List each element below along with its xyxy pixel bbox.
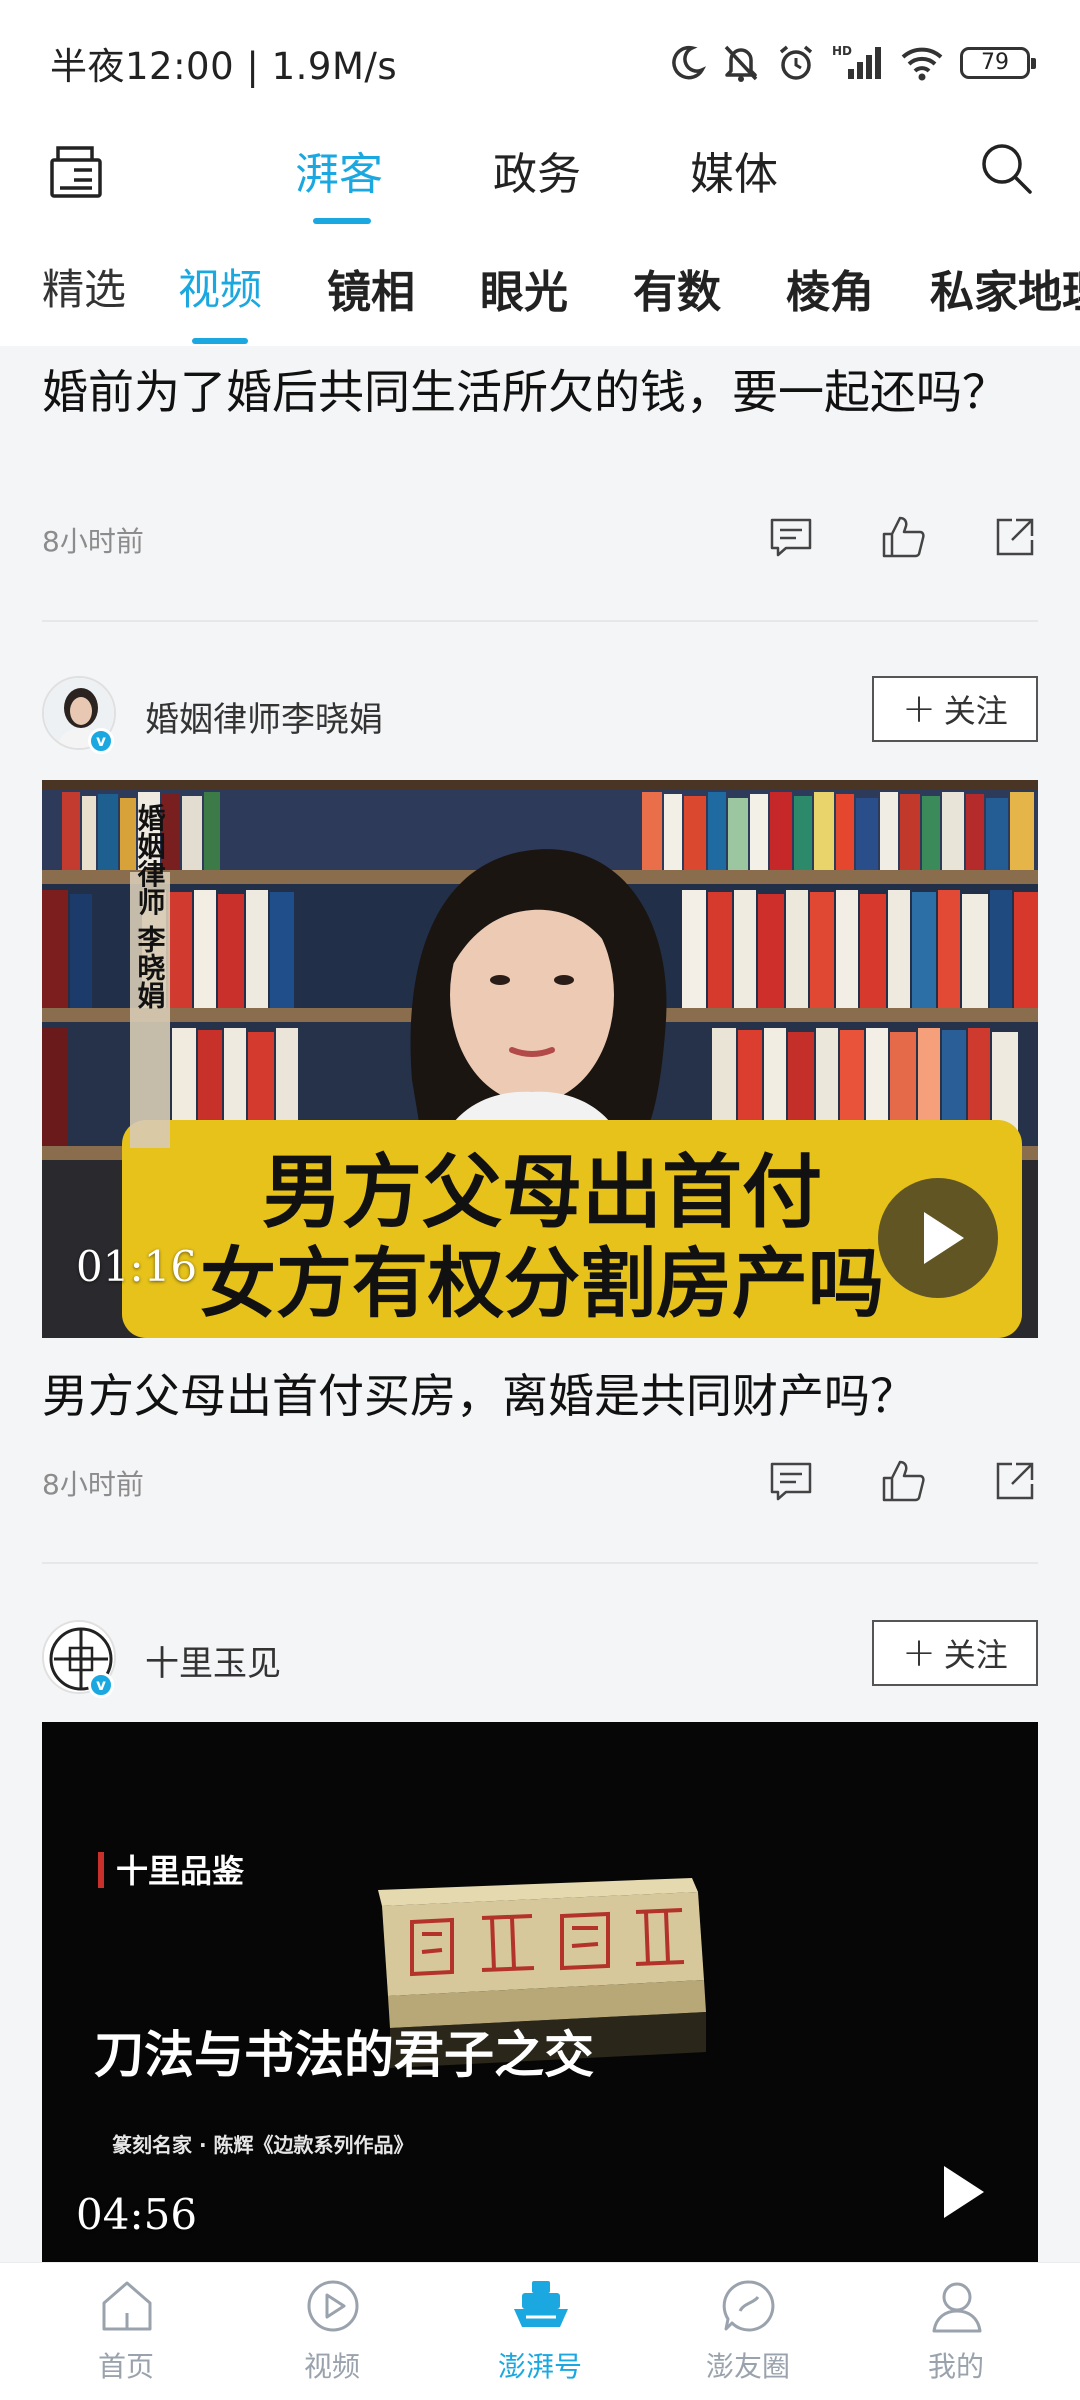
article-time: 8小时前 xyxy=(42,1468,144,1501)
sub-tabs: 精选 视频 镜相 眼光 有数 棱角 私家地理 xyxy=(0,250,1080,346)
subtab-jingxiang[interactable]: 镜相 xyxy=(327,256,415,320)
article-time: 8小时前 xyxy=(42,525,144,558)
article-title[interactable]: 婚前为了婚后共同生活所欠的钱，要一起还吗？ xyxy=(42,362,1042,422)
comment-icon[interactable] xyxy=(768,514,814,560)
follow-label: 关注 xyxy=(943,1636,1008,1674)
bell-off-icon xyxy=(724,45,758,82)
bottom-nav-pengpaihao[interactable]: 澎湃号 xyxy=(432,2263,648,2400)
video-thumbnail[interactable]: 十里品鉴 刀法与书法的君子之交 篆刻名家 · 陈辉《边款系列作品》 04:56 xyxy=(42,1722,1038,2262)
bottom-nav-label: 澎湃号 xyxy=(497,2350,582,2383)
app-screen: 半夜12:00 | 1.9M/s HD 79 湃客 政务 媒体 精选 视频 镜相… xyxy=(0,0,1080,2400)
follow-button[interactable]: + 关注 xyxy=(872,1620,1038,1686)
bottom-nav-video[interactable]: 视频 xyxy=(224,2263,440,2400)
bottom-nav: 首页 视频 澎湃号 澎友圈 我的 xyxy=(0,2262,1080,2400)
divider xyxy=(42,1562,1038,1564)
tab-meiti[interactable]: 媒体 xyxy=(690,138,778,202)
subtab-shipin[interactable]: 视频 xyxy=(178,256,262,317)
follow-label: 关注 xyxy=(943,692,1008,730)
battery-indicator: 79 xyxy=(960,47,1036,79)
news-menu-icon[interactable] xyxy=(48,140,104,202)
video-subline: 篆刻名家 · 陈辉《边款系列作品》 xyxy=(112,2133,414,2157)
video-side-label: 婚姻律师 李晓娟 xyxy=(134,803,167,1009)
top-nav: 湃客 政务 媒体 xyxy=(0,120,1080,250)
author-name[interactable]: 十里玉见 xyxy=(145,1636,281,1685)
status-icons: HD 79 xyxy=(668,38,1036,88)
tab-zhengwu[interactable]: 政务 xyxy=(493,138,581,202)
status-time: 半夜12:00 | 1.9M/s xyxy=(50,45,398,88)
bottom-nav-home[interactable]: 首页 xyxy=(18,2263,234,2400)
active-subtab-indicator xyxy=(192,338,248,344)
subtab-sijiadili[interactable]: 私家地理 xyxy=(930,256,1080,320)
author-name[interactable]: 婚姻律师李晓娟 xyxy=(145,692,383,741)
header: 半夜12:00 | 1.9M/s HD 79 湃客 政务 媒体 精选 视频 镜相… xyxy=(0,0,1080,346)
home-icon xyxy=(102,2281,152,2331)
author-row: v 婚姻律师李晓娟 + 关注 xyxy=(0,676,1080,756)
video-caption-2: 女方有权分割房产吗 xyxy=(200,1239,884,1328)
bottom-nav-label: 视频 xyxy=(303,2350,360,2383)
video-duration: 01:16 xyxy=(76,1242,198,1291)
play-icon xyxy=(944,2166,984,2218)
subtab-jingxuan[interactable]: 精选 xyxy=(42,256,126,317)
author-row: v 十里玉见 + 关注 xyxy=(0,1620,1080,1700)
svg-text:HD: HD xyxy=(832,44,852,58)
verified-badge-icon: v xyxy=(88,1672,114,1698)
verified-badge-icon: v xyxy=(88,728,114,754)
video-duration: 04:56 xyxy=(76,2190,198,2239)
tab-paike[interactable]: 湃客 xyxy=(295,138,383,202)
chat-circle-icon xyxy=(722,2280,775,2332)
ship-icon xyxy=(514,2281,568,2327)
play-button[interactable] xyxy=(878,1178,998,1298)
article-actions xyxy=(758,1458,1038,1506)
article-actions xyxy=(758,514,1038,562)
seal-video-image: 十里品鉴 刀法与书法的君子之交 篆刻名家 · 陈辉《边款系列作品》 xyxy=(42,1722,1038,2262)
user-icon xyxy=(932,2282,982,2333)
alarm-icon xyxy=(779,45,813,80)
bottom-nav-label: 澎友圈 xyxy=(705,2350,790,2383)
video-caption-1: 男方父母出首付 xyxy=(262,1146,822,1239)
plus-icon: + xyxy=(902,1630,936,1676)
status-bar: 半夜12:00 | 1.9M/s HD 79 xyxy=(0,0,1080,120)
subtab-lengjiao[interactable]: 棱角 xyxy=(786,256,874,320)
bottom-nav-label: 我的 xyxy=(927,2350,984,2383)
divider xyxy=(42,620,1038,622)
play-icon xyxy=(924,1212,964,1264)
bottom-nav-label: 首页 xyxy=(97,2350,154,2383)
wifi-icon xyxy=(901,47,943,81)
plus-icon: + xyxy=(902,686,936,732)
subtab-youshu[interactable]: 有数 xyxy=(633,256,721,320)
like-icon[interactable] xyxy=(880,1458,926,1504)
play-button[interactable] xyxy=(898,2132,1018,2252)
video-headline: 刀法与书法的君子之交 xyxy=(94,2026,594,2084)
article-title[interactable]: 男方父母出首付买房，离婚是共同财产吗？ xyxy=(42,1366,1042,1426)
signal-icon: HD xyxy=(832,44,881,79)
video-brand: 十里品鉴 xyxy=(116,1852,245,1890)
like-icon[interactable] xyxy=(880,514,926,560)
follow-button[interactable]: + 关注 xyxy=(872,676,1038,742)
bottom-nav-pengyouquan[interactable]: 澎友圈 xyxy=(640,2263,856,2400)
share-icon[interactable] xyxy=(992,1458,1038,1504)
share-icon[interactable] xyxy=(992,514,1038,560)
active-tab-indicator xyxy=(313,218,371,224)
bottom-nav-profile[interactable]: 我的 xyxy=(848,2263,1064,2400)
comment-icon[interactable] xyxy=(768,1458,814,1504)
video-play-icon xyxy=(307,2280,359,2332)
subtab-yanguang[interactable]: 眼光 xyxy=(480,256,568,320)
search-icon[interactable] xyxy=(976,138,1038,200)
moon-icon xyxy=(672,45,706,80)
video-thumbnail[interactable]: 男方父母出首付 女方有权分割房产吗 婚姻律师 李晓娟 01:16 xyxy=(42,780,1038,1338)
